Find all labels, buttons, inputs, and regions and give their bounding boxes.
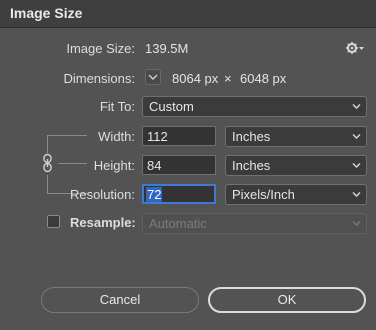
chevron-down-icon	[352, 221, 361, 226]
width-value: 112	[147, 129, 168, 144]
cancel-button[interactable]: Cancel	[41, 287, 199, 313]
image-size-label: Image Size:	[66, 41, 135, 56]
chevron-down-icon	[352, 104, 361, 109]
resolution-unit-value: Pixels/Inch	[232, 187, 295, 202]
title-bar: Image Size	[0, 0, 376, 28]
width-input[interactable]: 112	[142, 126, 216, 146]
chevron-down-icon[interactable]	[145, 69, 161, 85]
image-size-value: 139.5M	[145, 41, 189, 56]
height-input[interactable]: 84	[142, 155, 216, 175]
gear-icon[interactable]	[346, 41, 364, 55]
width-unit-select[interactable]: Inches	[225, 126, 367, 147]
resolution-label: Resolution:	[69, 187, 135, 202]
resample-label: Resample:	[70, 215, 136, 230]
resample-value: Automatic	[149, 216, 207, 231]
fit-to-select[interactable]: Custom	[142, 96, 367, 117]
dimensions-times-sign: ×	[224, 71, 232, 86]
fit-to-label: Fit To:	[99, 99, 135, 114]
height-unit-value: Inches	[232, 158, 271, 173]
chevron-down-icon	[352, 192, 361, 197]
chevron-down-icon	[352, 134, 361, 139]
width-label: Width:	[98, 129, 135, 144]
chevron-down-icon	[352, 163, 361, 168]
resolution-unit-select[interactable]: Pixels/Inch	[225, 184, 367, 205]
dimensions-height-value: 6048 px	[240, 71, 287, 86]
width-unit-value: Inches	[232, 129, 271, 144]
resample-checkbox[interactable]	[47, 215, 60, 228]
resolution-value: 72	[146, 187, 163, 202]
dimensions-label: Dimensions:	[63, 71, 135, 86]
height-label: Height:	[93, 158, 135, 173]
ok-button[interactable]: OK	[208, 287, 366, 313]
resample-select: Automatic	[142, 213, 367, 234]
height-unit-select[interactable]: Inches	[225, 155, 367, 176]
height-value: 84	[147, 158, 162, 173]
fit-to-value: Custom	[149, 99, 194, 114]
dimensions-width-value: 8064 px	[172, 71, 219, 86]
resolution-input[interactable]: 72	[142, 184, 216, 204]
window-title: Image Size	[10, 5, 83, 21]
